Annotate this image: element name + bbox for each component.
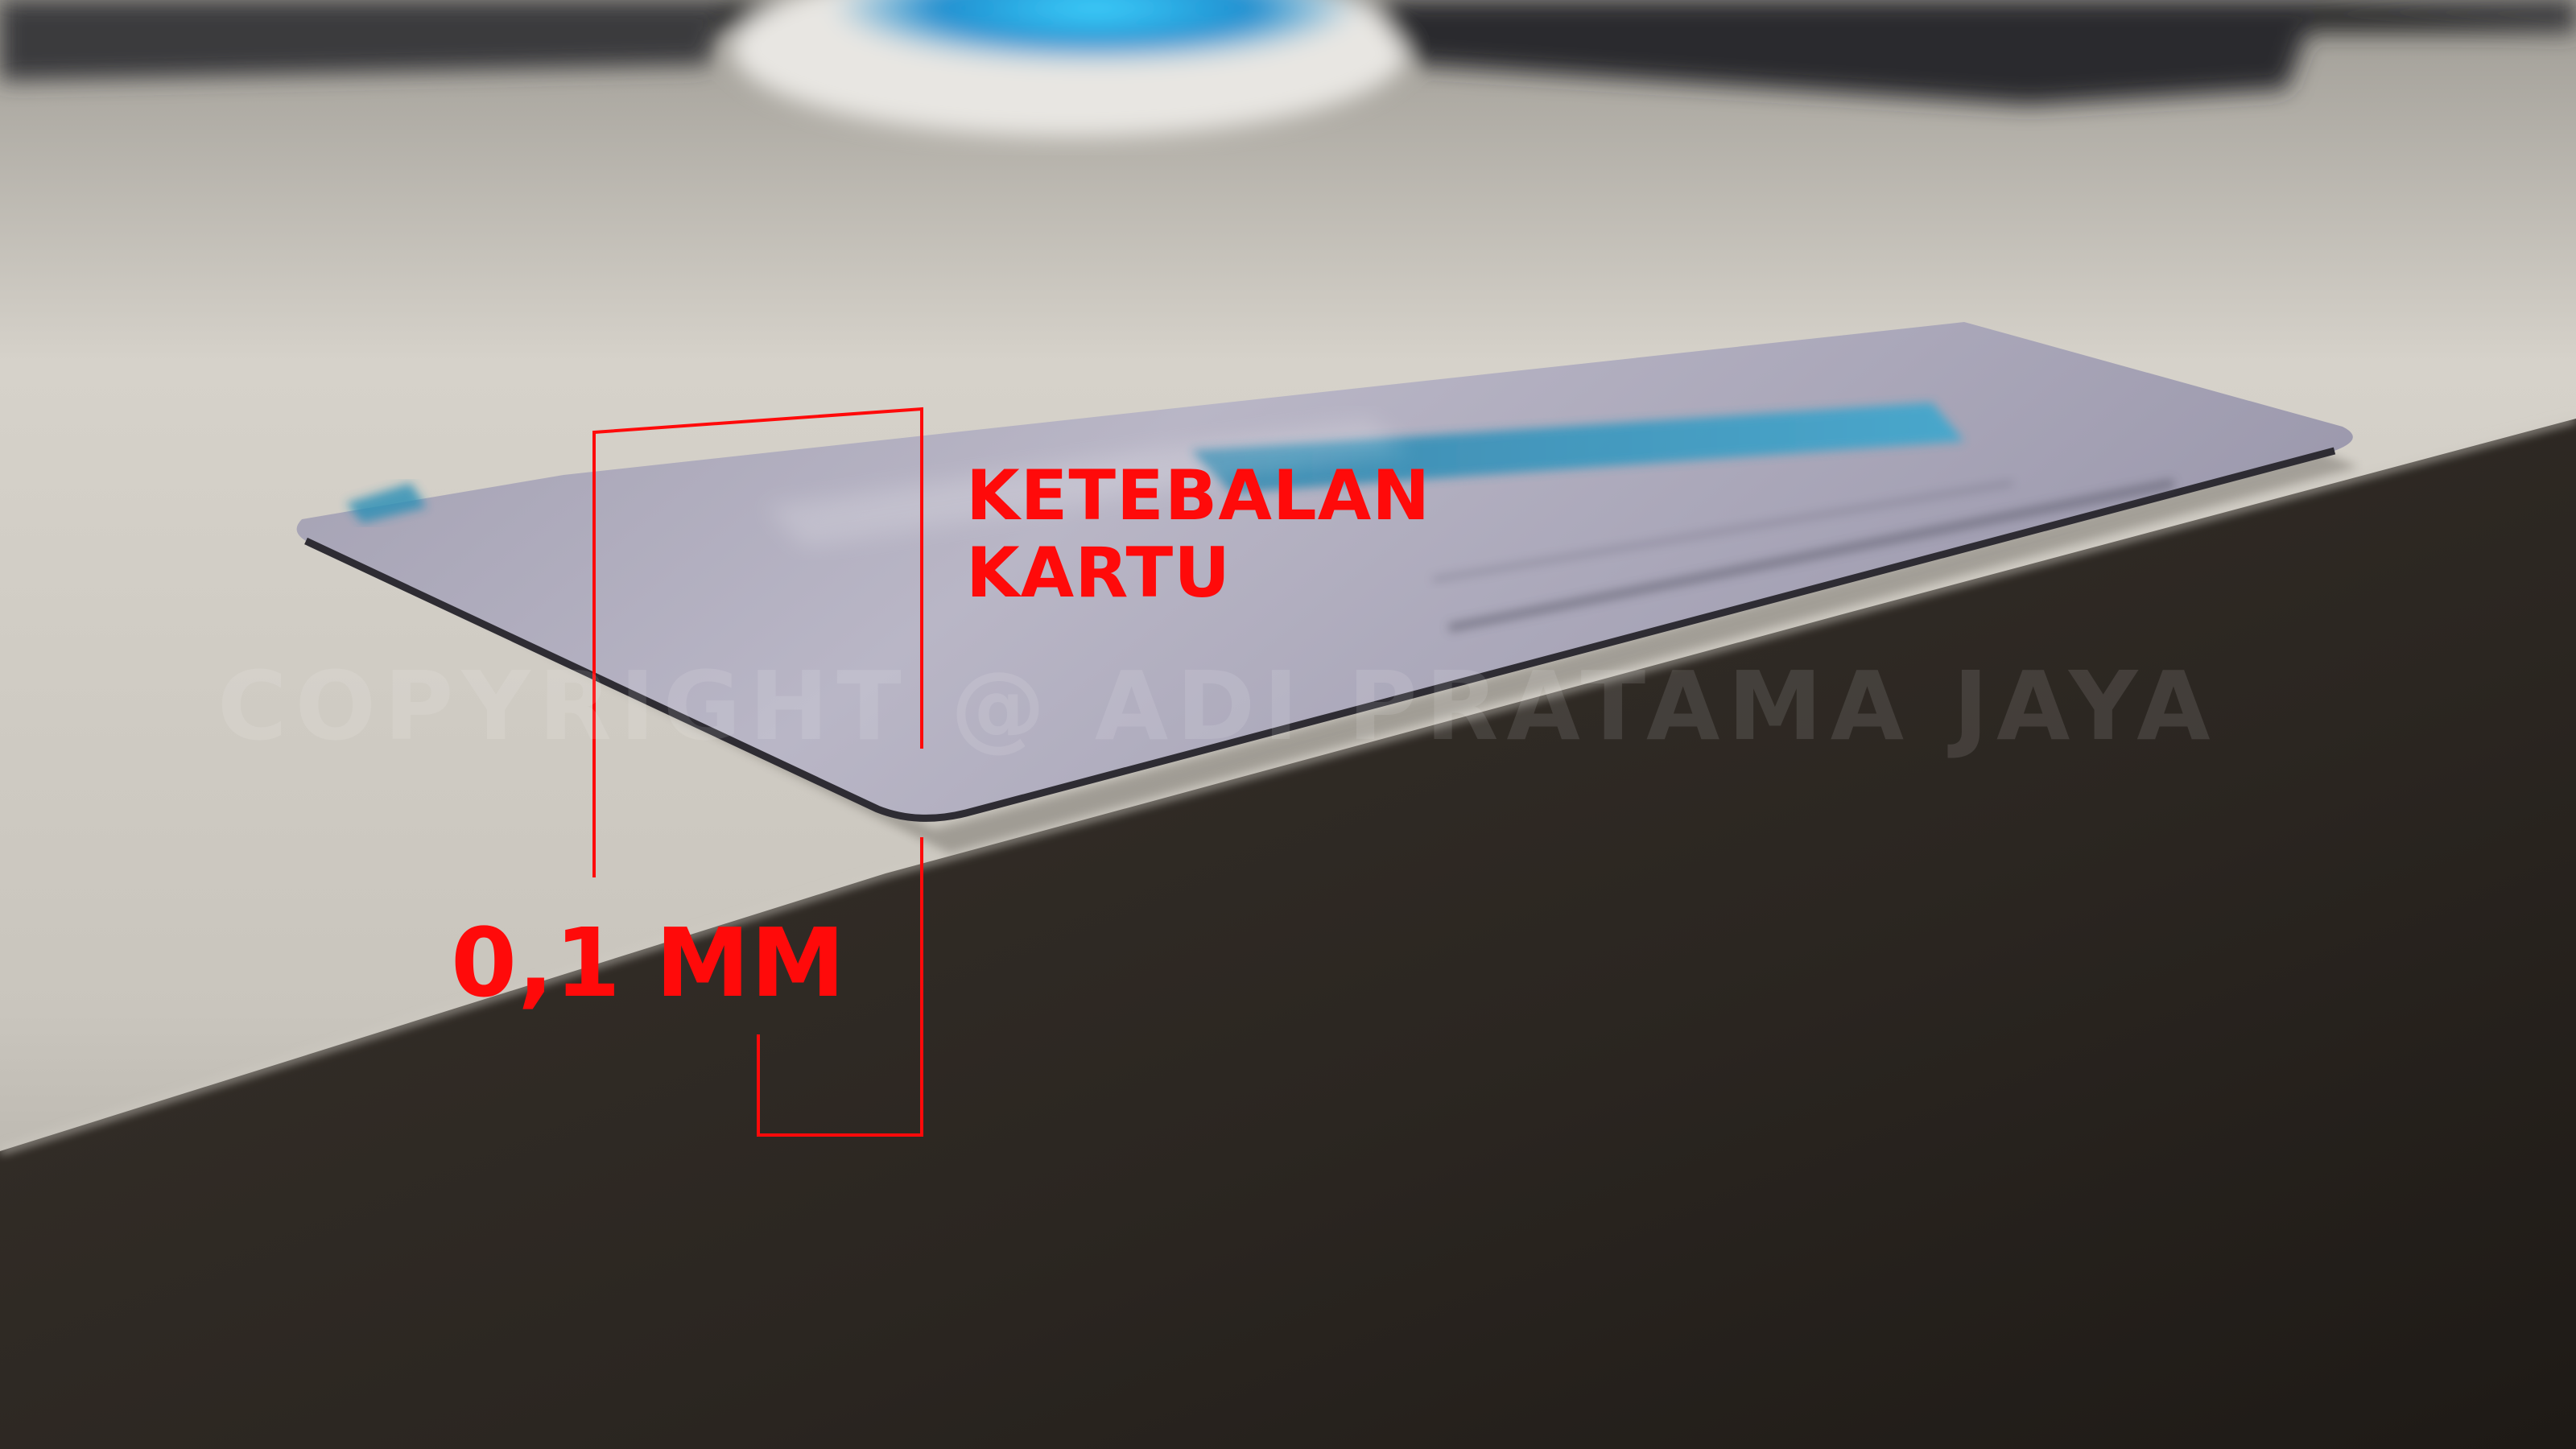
card-thickness-label-line1: KETEBALAN (966, 456, 1431, 536)
card-thickness-label-line2: KARTU (966, 533, 1232, 614)
copyright-watermark: COPYRIGHT @ ADI PRATAMA JAYA (217, 650, 2219, 762)
card-thickness-label: KETEBALAN KARTU (966, 457, 1430, 613)
photo-scene: COPYRIGHT @ ADI PRATAMA JAYA KETEBALAN K… (0, 0, 2576, 1449)
thickness-measurement: 0,1 MM (451, 907, 846, 1018)
